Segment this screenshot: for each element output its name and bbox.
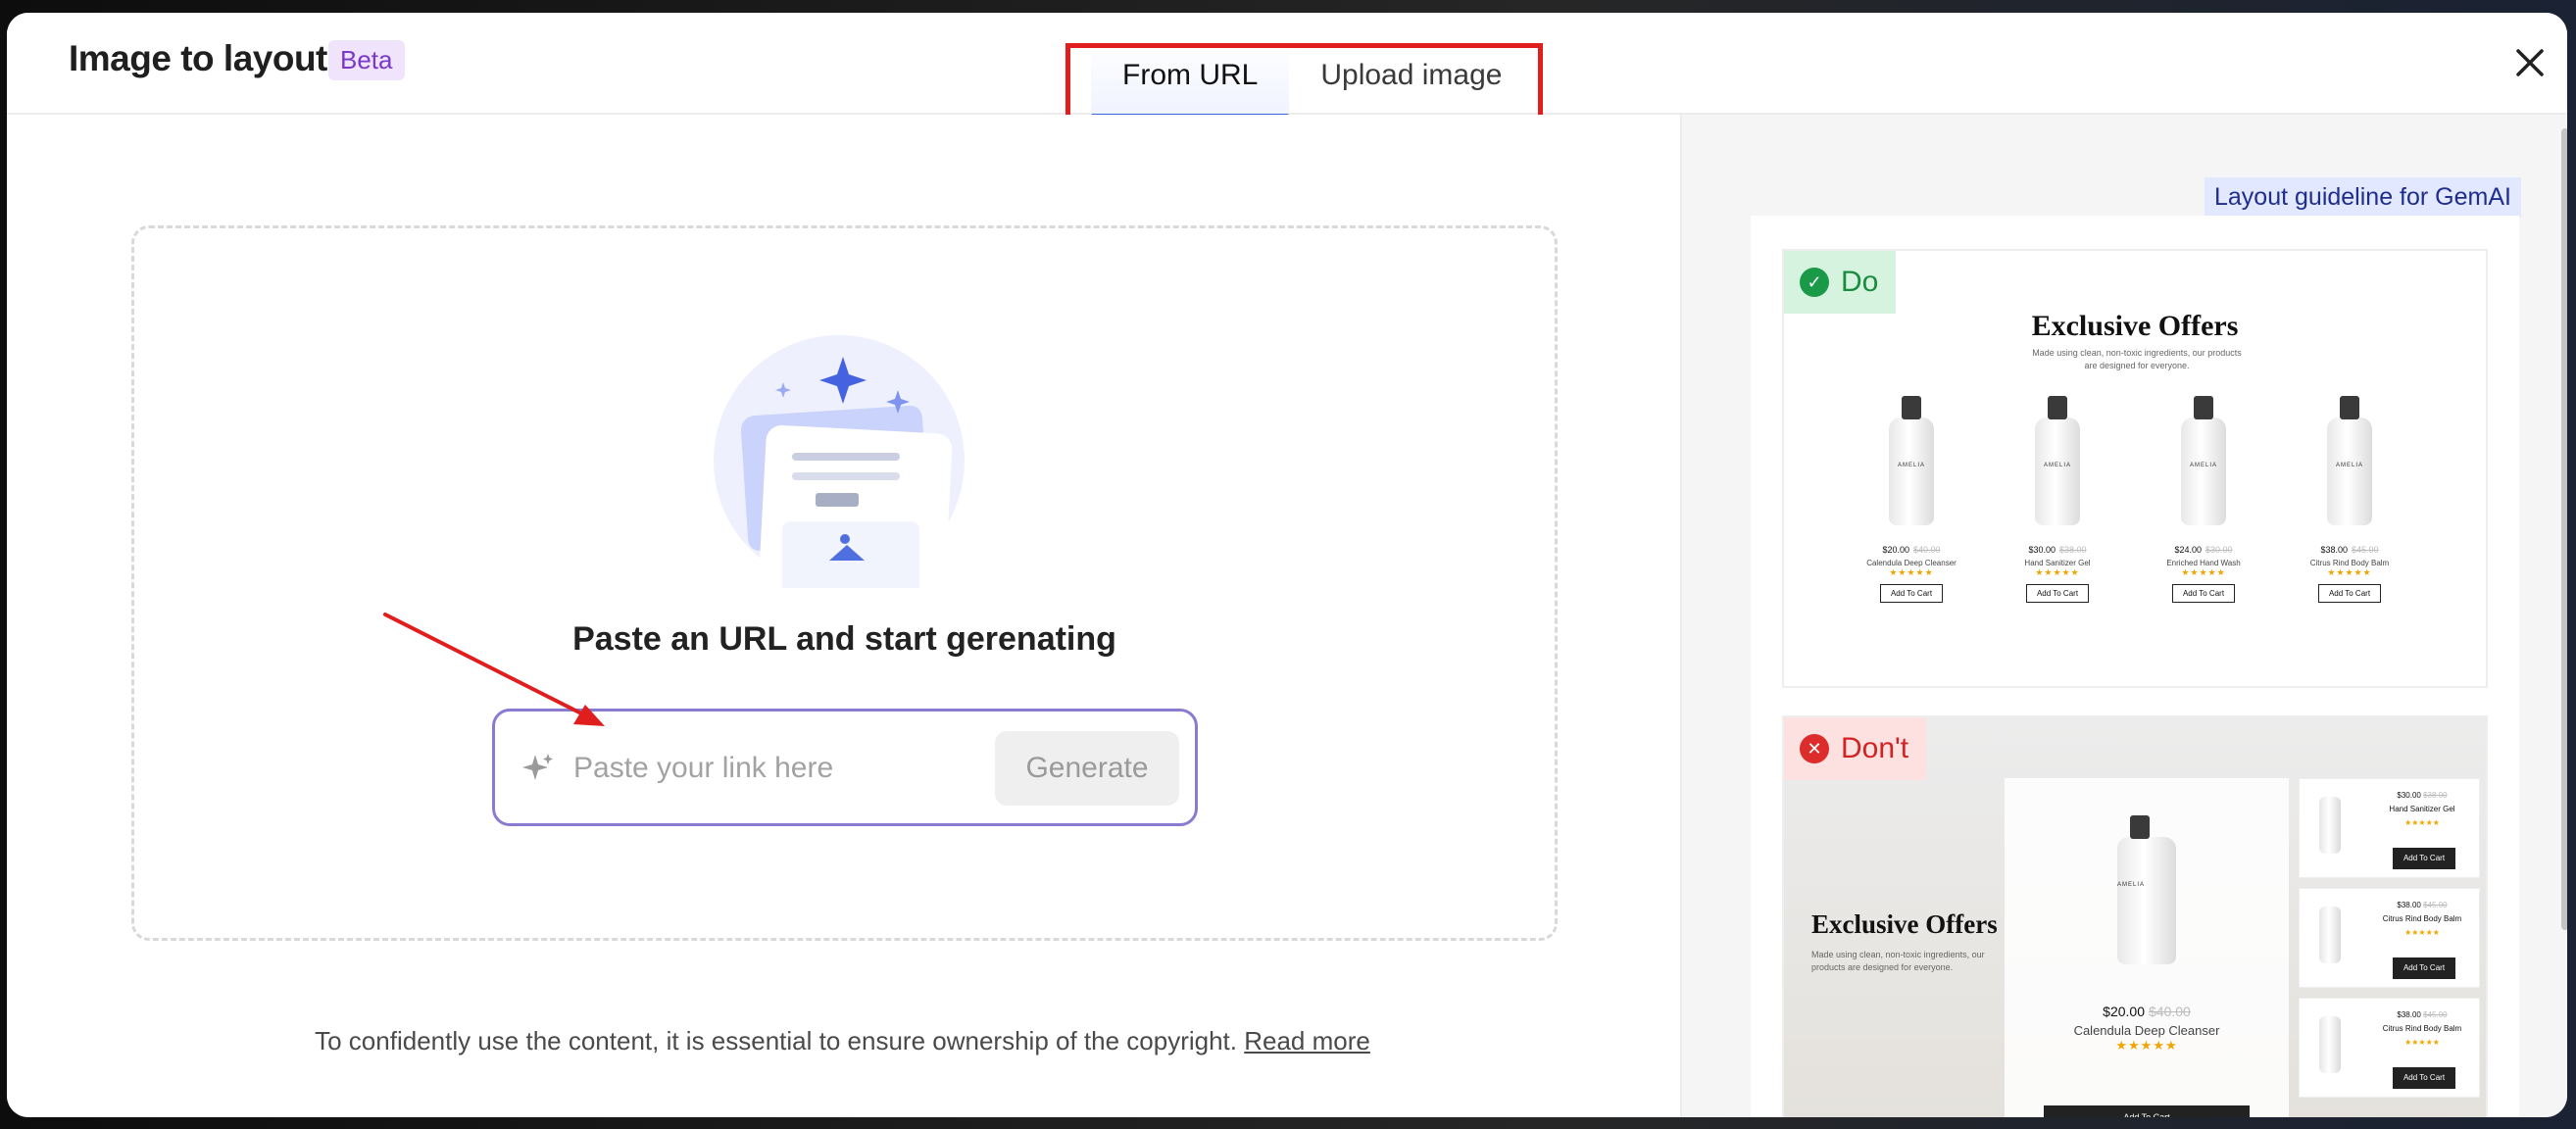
product-bottle-image <box>2319 1016 2341 1073</box>
sparkle-icon <box>522 754 553 780</box>
guideline-panel: Layout guideline for GemAI ✓ Do Exclusiv… <box>1680 115 2567 1117</box>
side-product-info: $30.00 $38.00 Hand Sanitizer Gel ★★★★★ <box>2389 791 2455 827</box>
dont-example: Exclusive Offers Made using clean, non-t… <box>1782 715 2488 1117</box>
illustration-icon <box>714 335 965 588</box>
do-product-card: AMELIA $38.00 $45.00 Citrus Rind Body Bal… <box>2286 396 2413 623</box>
do-offers-title: Exclusive Offers <box>2031 310 2239 342</box>
add-to-cart-button: Add To Cart <box>2044 1105 2250 1117</box>
product-name: Enriched Hand Wash <box>2166 559 2241 567</box>
product-name: Hand Sanitizer Gel <box>2024 559 2091 567</box>
product-name: Citrus Rind Body Balm <box>2309 559 2390 567</box>
copyright-note: To confidently use the content, it is es… <box>7 1026 1678 1056</box>
generate-button[interactable]: Generate <box>995 731 1179 806</box>
product-bottle-image: AMELIA <box>2181 396 2226 525</box>
product-rating: ★★★★★ <box>2115 1038 2178 1053</box>
dont-side-product: $30.00 $38.00 Hand Sanitizer Gel ★★★★★ A… <box>2299 778 2480 878</box>
do-product-card: AMELIA $30.00 $38.00 Hand Sanitizer Gel ★… <box>1994 396 2121 623</box>
product-rating: ★★★★★ <box>2327 567 2372 577</box>
url-dropzone: Paste an URL and start gerenating Genera… <box>131 225 1558 941</box>
side-product-info: $38.00 $45.00 Citrus Rind Body Balm ★★★★… <box>2382 1010 2462 1047</box>
url-input-panel: Paste an URL and start gerenating Genera… <box>7 115 1678 1117</box>
side-product-info: $38.00 $45.00 Citrus Rind Body Balm ★★★★… <box>2382 901 2462 937</box>
add-to-cart-button: Add To Cart <box>2171 584 2236 603</box>
product-bottle-image <box>2319 907 2341 963</box>
add-to-cart-button: Add To Cart <box>2393 1067 2455 1089</box>
url-input[interactable] <box>573 731 966 806</box>
add-to-cart-button: Add To Cart <box>2317 584 2382 603</box>
product-price: $20.00 $40.00 <box>2103 1004 2191 1019</box>
guideline-label: Layout guideline for GemAI <box>2204 177 2521 217</box>
product-bottle-image: AMELIA <box>1889 396 1934 525</box>
dont-offers-subtitle: Made using clean, non-toxic ingredients,… <box>1811 950 1985 972</box>
red-arrow-annotation <box>383 613 605 726</box>
url-prompt-heading: Paste an URL and start gerenating <box>572 620 1116 658</box>
product-rating: ★★★★★ <box>2035 567 2080 577</box>
image-to-layout-modal: Image to layout Beta From URL Upload ima… <box>7 13 2567 1117</box>
add-to-cart-button: Add To Cart <box>2393 957 2455 979</box>
do-badge-label: Do <box>1841 266 1879 298</box>
guideline-scrollbar[interactable] <box>2561 128 2567 930</box>
product-bottle-image <box>2319 797 2341 854</box>
product-price: $30.00 $38.00 <box>2028 545 2087 555</box>
dont-offers-title: Exclusive Offers <box>1811 909 1998 939</box>
copyright-text: To confidently use the content, it is es… <box>315 1026 1237 1055</box>
dont-badge-label: Don't <box>1841 732 1909 764</box>
product-bottle-image: AMELIA <box>2327 396 2372 525</box>
do-badge: ✓ Do <box>1784 251 1897 314</box>
product-name: Calendula Deep Cleanser <box>1866 559 1957 567</box>
read-more-link[interactable]: Read more <box>1244 1026 1370 1055</box>
dont-badge: ✕ Don't <box>1784 717 1927 780</box>
modal-header: Image to layout Beta From URL Upload ima… <box>7 13 2567 124</box>
add-to-cart-button: Add To Cart <box>2025 584 2090 603</box>
beta-badge: Beta <box>328 40 405 80</box>
check-icon: ✓ <box>1800 268 1829 297</box>
do-offers-subtitle: Made using clean, non-toxic ingredients,… <box>2032 348 2242 370</box>
dont-main-product: AMELIA $20.00 $40.00 Calendula Deep Clean… <box>2005 778 2289 1117</box>
modal-title: Image to layout <box>69 38 327 78</box>
do-example: ✓ Do Exclusive Offers Made using clean, … <box>1782 249 2488 688</box>
product-bottle-image: AMELIA <box>2035 396 2080 525</box>
product-bottle-image: AMELIA <box>2117 815 2176 964</box>
close-icon[interactable] <box>2506 39 2553 86</box>
product-rating: ★★★★★ <box>2181 567 2226 577</box>
guideline-card: ✓ Do Exclusive Offers Made using clean, … <box>1751 216 2519 1117</box>
add-to-cart-button: Add To Cart <box>1879 584 1944 603</box>
add-to-cart-button: Add To Cart <box>2393 848 2455 869</box>
dont-side-product: $38.00 $45.00 Citrus Rind Body Balm ★★★★… <box>2299 888 2480 988</box>
tabs-highlight-annotation <box>1065 43 1543 122</box>
do-product-card: AMELIA $24.00 $30.00 Enriched Hand Wash ★… <box>2140 396 2267 623</box>
product-price: $38.00 $45.00 <box>2320 545 2379 555</box>
do-product-card: AMELIA $20.00 $40.00 Calendula Deep Clean… <box>1848 396 1975 623</box>
dont-side-product: $38.00 $45.00 Citrus Rind Body Balm ★★★★… <box>2299 998 2480 1098</box>
product-rating: ★★★★★ <box>1889 567 1934 577</box>
product-price: $24.00 $30.00 <box>2174 545 2233 555</box>
product-price: $20.00 $40.00 <box>1882 545 1941 555</box>
x-circle-icon: ✕ <box>1800 734 1829 763</box>
product-name: Calendula Deep Cleanser <box>2073 1023 2220 1038</box>
